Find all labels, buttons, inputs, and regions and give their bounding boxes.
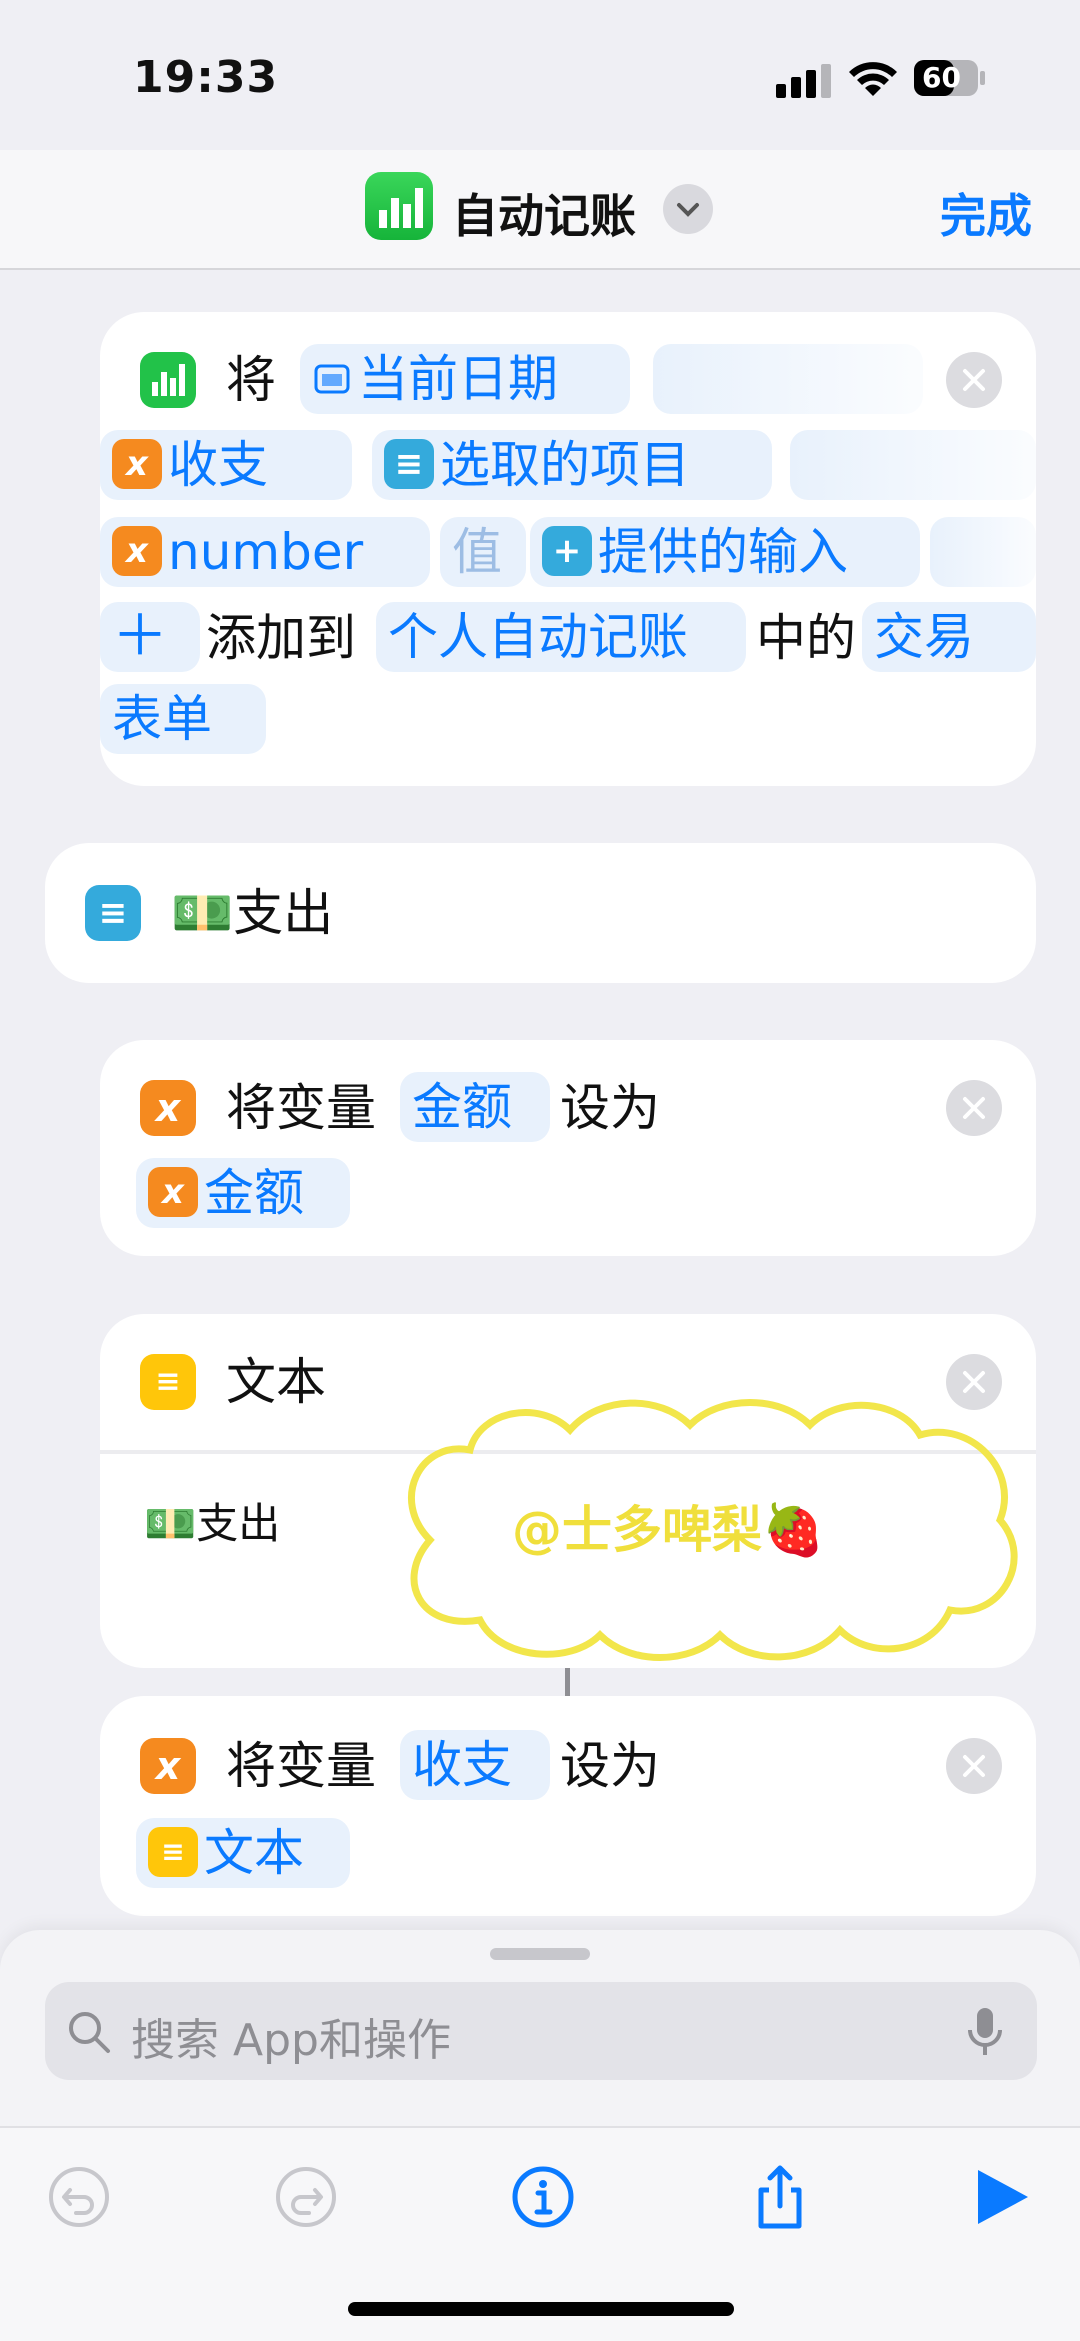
target-spreadsheet[interactable]: 个人自动记账 [376, 602, 746, 672]
field-income-expense-label: 收支 [168, 436, 268, 494]
sheet-grabber[interactable] [490, 1948, 590, 1960]
variable-action-icon: x [140, 1738, 196, 1794]
status-bar: 19:33 60 [0, 0, 1080, 150]
empty-value-slot[interactable] [790, 430, 1036, 500]
text-action-icon: ≡ [140, 1354, 196, 1410]
variable-icon: x [112, 438, 162, 489]
in-label: 中的 [756, 609, 856, 667]
shortcut-title[interactable]: 自动记账 [452, 180, 636, 246]
undo-icon[interactable] [44, 2162, 114, 2232]
home-indicator [348, 2302, 734, 2316]
calendar-icon [312, 358, 352, 398]
battery-icon: 60 [914, 60, 986, 96]
set-to-label: 设为 [560, 1079, 660, 1137]
search-bar[interactable]: 搜索 App和操作 [45, 1982, 1037, 2080]
remove-action-button[interactable] [946, 1738, 1002, 1794]
variable-icon: x [112, 525, 162, 576]
provided-input-label: 提供的输入 [598, 523, 848, 581]
add-to-label: 添加到 [206, 609, 356, 667]
watermark-text: @士多啤梨🍓 [512, 1501, 825, 1559]
field-number[interactable]: x number [100, 517, 430, 587]
set-amount-variable-card[interactable]: x 将变量 金额 设为 x 金额 [100, 1040, 1036, 1256]
selected-item-variable[interactable]: ≡ 选取的项目 [372, 430, 772, 500]
set-variable-prefix: 将变量 [226, 1079, 376, 1137]
menu-icon: ≡ [85, 885, 141, 941]
battery-level: 60 [922, 61, 961, 94]
variable-name-amount[interactable]: 金额 [400, 1072, 550, 1142]
text-value-label: 文本 [204, 1824, 304, 1882]
numbers-app-icon [365, 172, 433, 240]
variable-name-income-expense[interactable]: 收支 [400, 1730, 550, 1800]
remove-action-button[interactable] [946, 352, 1002, 408]
sheet-name-part2[interactable]: 表单 [100, 684, 266, 754]
current-date-variable[interactable]: 当前日期 [300, 344, 630, 414]
text-body-field[interactable]: 💵支出 [144, 1490, 280, 1551]
microphone-icon[interactable] [965, 2006, 1005, 2058]
text-variable-value[interactable]: ≡ 文本 [136, 1818, 350, 1888]
info-icon[interactable] [508, 2162, 578, 2232]
add-row-action-card[interactable]: 将 当前日期 x 收支 ≡ 选取的项目 x number 值 + 提供的输入 ＋ 添加到… [100, 312, 1036, 786]
status-time: 19:33 [133, 52, 279, 103]
action-search-sheet: 搜索 App和操作 [0, 1930, 1080, 2341]
menu-case-label: 💵支出 [171, 884, 334, 942]
selected-item-label: 选取的项目 [440, 436, 690, 494]
field-income-expense[interactable]: x 收支 [100, 430, 352, 500]
redo-icon[interactable] [271, 2162, 341, 2232]
menu-case-expense-card[interactable]: ≡ 💵支出 [45, 843, 1036, 983]
wifi-icon [849, 62, 897, 96]
action-connector [565, 1668, 570, 1696]
empty-field-slot[interactable] [653, 344, 923, 414]
navigation-bar: 自动记账 完成 [0, 150, 1080, 270]
numbers-action-icon [140, 352, 196, 408]
input-icon: + [542, 525, 592, 576]
text-action-title: 文本 [226, 1353, 326, 1411]
empty-value-slot-2[interactable] [930, 517, 1036, 587]
remove-action-button[interactable] [946, 1080, 1002, 1136]
variable-icon: x [148, 1166, 198, 1217]
text-action-card[interactable]: ≡ 文本 💵支出 @士多啤梨🍓 [100, 1314, 1036, 1668]
variable-action-icon: x [140, 1080, 196, 1136]
field-number-label: number [168, 523, 364, 581]
share-icon[interactable] [745, 2162, 815, 2232]
run-play-icon[interactable] [966, 2162, 1036, 2232]
amount-value-label: 金额 [204, 1164, 304, 1222]
add-field-button[interactable]: ＋ [100, 602, 200, 672]
set-to-label: 设为 [560, 1737, 660, 1795]
search-input[interactable]: 搜索 App和操作 [131, 2004, 451, 2068]
cellular-signal-icon [776, 64, 831, 98]
value-placeholder[interactable]: 值 [440, 517, 526, 587]
action-verb: 将 [226, 351, 276, 409]
set-variable-prefix: 将变量 [226, 1737, 376, 1795]
amount-variable-value[interactable]: x 金额 [136, 1158, 350, 1228]
text-icon: ≡ [148, 1826, 198, 1877]
done-button[interactable]: 完成 [940, 180, 1032, 246]
current-date-label: 当前日期 [358, 350, 558, 408]
list-icon: ≡ [384, 438, 434, 489]
search-icon [69, 2012, 110, 2053]
title-menu-chevron-icon[interactable] [663, 184, 713, 234]
set-income-expense-variable-card[interactable]: x 将变量 收支 设为 ≡ 文本 [100, 1696, 1036, 1916]
sheet-name-part1[interactable]: 交易 [862, 602, 1036, 672]
provided-input-variable[interactable]: + 提供的输入 [530, 517, 920, 587]
